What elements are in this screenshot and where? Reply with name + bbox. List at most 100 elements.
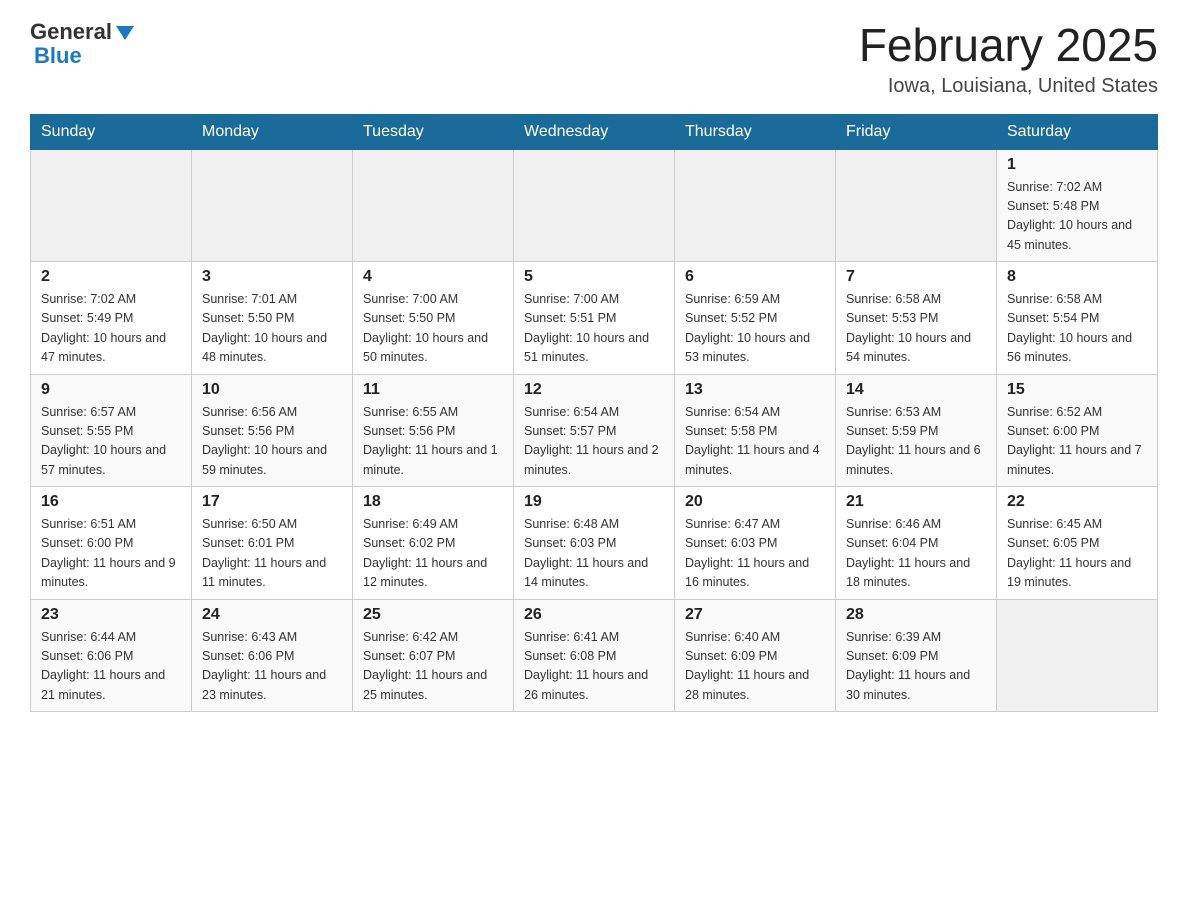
calendar-cell: 6 Sunrise: 6:59 AM Sunset: 5:52 PM Daylig… <box>675 262 836 375</box>
day-info: Sunrise: 6:52 AM Sunset: 6:00 PM Dayligh… <box>1007 403 1147 481</box>
day-header-tuesday: Tuesday <box>353 114 514 149</box>
calendar-week-row: 16 Sunrise: 6:51 AM Sunset: 6:00 PM Dayli… <box>31 487 1158 600</box>
calendar-cell: 15 Sunrise: 6:52 AM Sunset: 6:00 PM Dayli… <box>997 374 1158 487</box>
calendar-cell: 19Sunrise: 6:48 AM Sunset: 6:03 PM Dayli… <box>514 487 675 600</box>
calendar-cell: 21 Sunrise: 6:46 AM Sunset: 6:04 PM Dayli… <box>836 487 997 600</box>
day-info: Sunrise: 7:02 AM Sunset: 5:48 PM Dayligh… <box>1007 178 1147 256</box>
day-info: Sunrise: 6:58 AM Sunset: 5:53 PM Dayligh… <box>846 290 986 368</box>
logo: General Blue <box>30 20 136 68</box>
day-number: 24 <box>202 606 342 624</box>
day-number: 16 <box>41 493 181 511</box>
day-info: Sunrise: 6:53 AM Sunset: 5:59 PM Dayligh… <box>846 403 986 481</box>
calendar-cell: 17 Sunrise: 6:50 AM Sunset: 6:01 PM Dayli… <box>192 487 353 600</box>
day-info: Sunrise: 7:01 AM Sunset: 5:50 PM Dayligh… <box>202 290 342 368</box>
calendar-cell: 12Sunrise: 6:54 AM Sunset: 5:57 PM Dayli… <box>514 374 675 487</box>
calendar-table: SundayMondayTuesdayWednesdayThursdayFrid… <box>30 114 1158 713</box>
day-number: 15 <box>1007 381 1147 399</box>
title-block: February 2025 Iowa, Louisiana, United St… <box>859 20 1158 98</box>
calendar-week-row: 1 Sunrise: 7:02 AM Sunset: 5:48 PM Daylig… <box>31 149 1158 262</box>
month-title: February 2025 <box>859 20 1158 71</box>
day-number: 23 <box>41 606 181 624</box>
day-number: 1 <box>1007 156 1147 174</box>
day-number: 12 <box>524 381 664 399</box>
day-number: 6 <box>685 268 825 286</box>
day-number: 7 <box>846 268 986 286</box>
day-number: 21 <box>846 493 986 511</box>
day-header-saturday: Saturday <box>997 114 1158 149</box>
calendar-cell: 1 Sunrise: 7:02 AM Sunset: 5:48 PM Daylig… <box>997 149 1158 262</box>
day-info: Sunrise: 6:58 AM Sunset: 5:54 PM Dayligh… <box>1007 290 1147 368</box>
day-info: Sunrise: 6:50 AM Sunset: 6:01 PM Dayligh… <box>202 515 342 593</box>
day-info: Sunrise: 6:45 AM Sunset: 6:05 PM Dayligh… <box>1007 515 1147 593</box>
calendar-cell: 26 Sunrise: 6:41 AM Sunset: 6:08 PM Dayli… <box>514 599 675 712</box>
calendar-cell: 5Sunrise: 7:00 AM Sunset: 5:51 PM Daylig… <box>514 262 675 375</box>
day-info: Sunrise: 6:48 AM Sunset: 6:03 PM Dayligh… <box>524 515 664 593</box>
day-info: Sunrise: 7:00 AM Sunset: 5:50 PM Dayligh… <box>363 290 503 368</box>
calendar-cell: 14 Sunrise: 6:53 AM Sunset: 5:59 PM Dayli… <box>836 374 997 487</box>
day-number: 13 <box>685 381 825 399</box>
day-info: Sunrise: 6:43 AM Sunset: 6:06 PM Dayligh… <box>202 628 342 706</box>
day-header-monday: Monday <box>192 114 353 149</box>
day-number: 3 <box>202 268 342 286</box>
location-title: Iowa, Louisiana, United States <box>859 75 1158 98</box>
calendar-cell: 10 Sunrise: 6:56 AM Sunset: 5:56 PM Dayli… <box>192 374 353 487</box>
day-info: Sunrise: 6:59 AM Sunset: 5:52 PM Dayligh… <box>685 290 825 368</box>
calendar-cell: 13 Sunrise: 6:54 AM Sunset: 5:58 PM Dayli… <box>675 374 836 487</box>
calendar-cell <box>836 149 997 262</box>
day-number: 22 <box>1007 493 1147 511</box>
page-header: General Blue February 2025 Iowa, Louisia… <box>30 20 1158 98</box>
day-number: 26 <box>524 606 664 624</box>
day-info: Sunrise: 6:51 AM Sunset: 6:00 PM Dayligh… <box>41 515 181 593</box>
day-number: 25 <box>363 606 503 624</box>
day-info: Sunrise: 6:47 AM Sunset: 6:03 PM Dayligh… <box>685 515 825 593</box>
calendar-cell <box>514 149 675 262</box>
day-info: Sunrise: 6:44 AM Sunset: 6:06 PM Dayligh… <box>41 628 181 706</box>
calendar-cell: 2Sunrise: 7:02 AM Sunset: 5:49 PM Daylig… <box>31 262 192 375</box>
day-info: Sunrise: 6:40 AM Sunset: 6:09 PM Dayligh… <box>685 628 825 706</box>
calendar-cell: 22 Sunrise: 6:45 AM Sunset: 6:05 PM Dayli… <box>997 487 1158 600</box>
day-number: 28 <box>846 606 986 624</box>
day-number: 14 <box>846 381 986 399</box>
day-info: Sunrise: 6:42 AM Sunset: 6:07 PM Dayligh… <box>363 628 503 706</box>
day-number: 5 <box>524 268 664 286</box>
calendar-week-row: 2Sunrise: 7:02 AM Sunset: 5:49 PM Daylig… <box>31 262 1158 375</box>
day-info: Sunrise: 6:56 AM Sunset: 5:56 PM Dayligh… <box>202 403 342 481</box>
day-header-thursday: Thursday <box>675 114 836 149</box>
day-info: Sunrise: 6:54 AM Sunset: 5:58 PM Dayligh… <box>685 403 825 481</box>
day-info: Sunrise: 6:57 AM Sunset: 5:55 PM Dayligh… <box>41 403 181 481</box>
day-info: Sunrise: 7:02 AM Sunset: 5:49 PM Dayligh… <box>41 290 181 368</box>
calendar-cell: 7 Sunrise: 6:58 AM Sunset: 5:53 PM Daylig… <box>836 262 997 375</box>
day-number: 27 <box>685 606 825 624</box>
logo-triangle-icon <box>114 22 136 44</box>
calendar-cell: 28 Sunrise: 6:39 AM Sunset: 6:09 PM Dayli… <box>836 599 997 712</box>
day-info: Sunrise: 6:55 AM Sunset: 5:56 PM Dayligh… <box>363 403 503 481</box>
calendar-header-row: SundayMondayTuesdayWednesdayThursdayFrid… <box>31 114 1158 149</box>
day-info: Sunrise: 6:49 AM Sunset: 6:02 PM Dayligh… <box>363 515 503 593</box>
calendar-cell: 9 Sunrise: 6:57 AM Sunset: 5:55 PM Daylig… <box>31 374 192 487</box>
calendar-cell: 11 Sunrise: 6:55 AM Sunset: 5:56 PM Dayli… <box>353 374 514 487</box>
calendar-cell <box>997 599 1158 712</box>
calendar-cell <box>675 149 836 262</box>
day-number: 9 <box>41 381 181 399</box>
day-number: 11 <box>363 381 503 399</box>
day-number: 18 <box>363 493 503 511</box>
day-info: Sunrise: 6:39 AM Sunset: 6:09 PM Dayligh… <box>846 628 986 706</box>
calendar-cell: 20 Sunrise: 6:47 AM Sunset: 6:03 PM Dayli… <box>675 487 836 600</box>
day-header-wednesday: Wednesday <box>514 114 675 149</box>
day-info: Sunrise: 6:41 AM Sunset: 6:08 PM Dayligh… <box>524 628 664 706</box>
calendar-cell: 25 Sunrise: 6:42 AM Sunset: 6:07 PM Dayli… <box>353 599 514 712</box>
day-info: Sunrise: 6:46 AM Sunset: 6:04 PM Dayligh… <box>846 515 986 593</box>
calendar-cell: 18 Sunrise: 6:49 AM Sunset: 6:02 PM Dayli… <box>353 487 514 600</box>
day-number: 10 <box>202 381 342 399</box>
calendar-cell <box>353 149 514 262</box>
day-number: 17 <box>202 493 342 511</box>
calendar-cell <box>31 149 192 262</box>
day-number: 8 <box>1007 268 1147 286</box>
day-number: 20 <box>685 493 825 511</box>
calendar-cell: 8 Sunrise: 6:58 AM Sunset: 5:54 PM Daylig… <box>997 262 1158 375</box>
day-number: 4 <box>363 268 503 286</box>
calendar-cell: 4 Sunrise: 7:00 AM Sunset: 5:50 PM Daylig… <box>353 262 514 375</box>
calendar-week-row: 9 Sunrise: 6:57 AM Sunset: 5:55 PM Daylig… <box>31 374 1158 487</box>
calendar-cell: 24 Sunrise: 6:43 AM Sunset: 6:06 PM Dayli… <box>192 599 353 712</box>
day-header-friday: Friday <box>836 114 997 149</box>
